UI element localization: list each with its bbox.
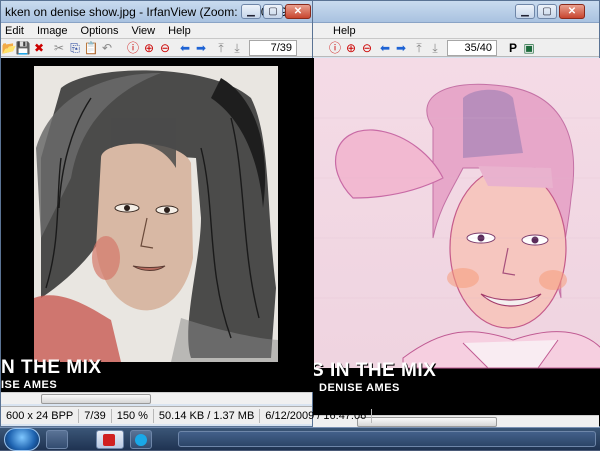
minimize-icon[interactable]: ▁ xyxy=(515,4,535,19)
status-datetime: 6/12/2009 / 16:47:06 xyxy=(260,408,373,423)
slideshow-icon[interactable]: ▣ xyxy=(521,40,537,56)
toolbar: ⓘ ⊕ ⊖ ⬅ ➡ ⤒ ⤓ 35/40 P ▣ xyxy=(301,39,599,57)
next-image-icon[interactable]: ➡ xyxy=(193,40,209,56)
media-player-icon xyxy=(135,434,147,446)
menu-edit[interactable]: Edit xyxy=(5,25,24,37)
menu-view[interactable]: View xyxy=(131,25,155,37)
taskbar-item-window[interactable] xyxy=(178,431,596,447)
title-bar[interactable]: ▁ ▢ ✕ xyxy=(301,1,599,23)
irfanview-window-front[interactable]: kken on denise show.jpg - IrfanView (Zoo… xyxy=(0,0,373,427)
zoom-out-icon[interactable]: ⊖ xyxy=(359,40,375,56)
image-counter: 35/40 xyxy=(447,40,497,56)
woman-drawing-image xyxy=(34,66,278,362)
last-image-icon[interactable]: ⤓ xyxy=(427,40,443,56)
caption-name: DENISE AMES xyxy=(319,382,400,394)
taskbar-item-irfanview[interactable] xyxy=(96,430,124,449)
image-viewport[interactable]: N THE MIX ISE AMES xyxy=(1,58,314,392)
image-viewport[interactable]: S IN THE MIX DENISE AMES xyxy=(313,58,600,426)
info-icon[interactable]: ⓘ xyxy=(125,40,141,56)
start-button[interactable] xyxy=(4,428,40,451)
title-bar[interactable]: kken on denise show.jpg - IrfanView (Zoo… xyxy=(1,1,312,23)
undo-icon[interactable]: ↶ xyxy=(99,40,115,56)
horizontal-scrollbar[interactable] xyxy=(1,392,312,404)
caption-title: S IN THE MIX xyxy=(313,360,437,381)
menu-image[interactable]: Image xyxy=(37,25,68,37)
zoom-in-icon[interactable]: ⊕ xyxy=(141,40,157,56)
prev-image-icon[interactable]: ⬅ xyxy=(177,40,193,56)
minimize-icon[interactable]: ▁ xyxy=(241,4,261,19)
first-image-icon[interactable]: ⤒ xyxy=(213,40,229,56)
status-filesize: 50.14 KB / 1.37 MB xyxy=(154,408,261,423)
image-counter: 7/39 xyxy=(249,40,297,56)
zoom-out-icon[interactable]: ⊖ xyxy=(157,40,173,56)
menu-help[interactable]: Help xyxy=(333,25,356,37)
maximize-icon[interactable]: ▢ xyxy=(263,4,283,19)
cut-icon[interactable]: ✂ xyxy=(51,40,67,56)
caption-name: ISE AMES xyxy=(1,379,58,391)
first-image-icon[interactable]: ⤒ xyxy=(411,40,427,56)
status-dimensions: 600 x 24 BPP xyxy=(1,408,80,423)
zoom-in-icon[interactable]: ⊕ xyxy=(343,40,359,56)
close-icon[interactable]: ✕ xyxy=(285,4,311,19)
taskbar-item-media[interactable] xyxy=(130,430,152,449)
menu-bar: Help xyxy=(301,23,599,39)
prev-image-icon[interactable]: ⬅ xyxy=(377,40,393,56)
irfanview-window-back[interactable]: ▁ ▢ ✕ Help ⓘ ⊕ ⊖ ⬅ ➡ ⤒ ⤓ 35/40 P ▣ S IN … xyxy=(300,0,600,427)
delete-icon[interactable]: ✖ xyxy=(31,40,47,56)
close-icon[interactable]: ✕ xyxy=(559,4,585,19)
copy-icon[interactable]: ⎘ xyxy=(67,40,83,56)
maximize-icon[interactable]: ▢ xyxy=(537,4,557,19)
taskbar xyxy=(0,427,600,451)
last-image-icon[interactable]: ⤓ xyxy=(229,40,245,56)
next-image-icon[interactable]: ➡ xyxy=(393,40,409,56)
info-icon[interactable]: ⓘ xyxy=(327,40,343,56)
paste-icon[interactable]: 📋 xyxy=(83,40,99,56)
menu-help[interactable]: Help xyxy=(168,25,191,37)
save-icon[interactable]: 💾 xyxy=(15,40,31,56)
toolbar: 📂 💾 ✖ ✂ ⎘ 📋 ↶ ⓘ ⊕ ⊖ ⬅ ➡ ⤒ ⤓ 7/39 xyxy=(1,39,312,57)
status-zoom: 150 % xyxy=(112,408,154,423)
taskbar-item-desktop[interactable] xyxy=(46,430,68,449)
irfanview-red-icon xyxy=(103,434,115,446)
menu-bar: Edit Image Options View Help xyxy=(1,23,312,39)
paint-icon[interactable]: P xyxy=(505,40,521,56)
caption-title: N THE MIX xyxy=(1,357,102,378)
menu-options[interactable]: Options xyxy=(81,25,119,37)
status-bar: 600 x 24 BPP 7/39 150 % 50.14 KB / 1.37 … xyxy=(1,406,373,424)
status-index: 7/39 xyxy=(79,408,112,423)
